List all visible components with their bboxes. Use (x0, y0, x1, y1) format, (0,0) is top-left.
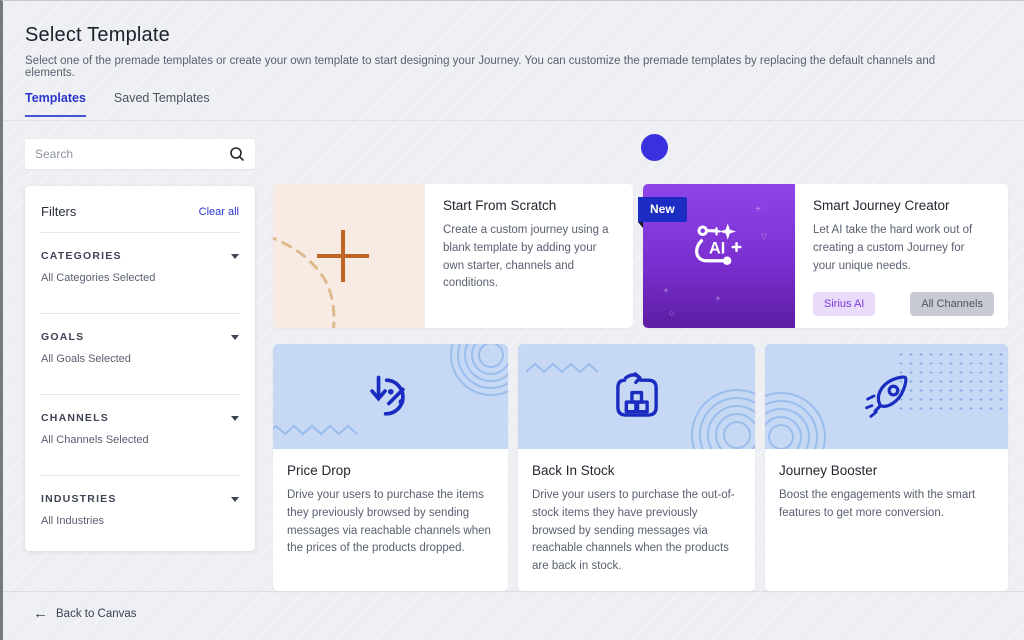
page-title: Select Template (25, 24, 170, 47)
back-arrow-icon: ← (33, 606, 48, 621)
card-title: Journey Booster (779, 463, 994, 478)
back-to-canvas-label: Back to Canvas (56, 608, 137, 620)
filter-group-label: INDUSTRIES (41, 493, 117, 505)
filter-group-categories-header[interactable]: CATEGORIES (41, 250, 239, 262)
card-description: Drive your users to purchase the items t… (287, 487, 494, 558)
triangle-decoration: ▽ (761, 232, 767, 241)
filter-group-label: GOALS (41, 331, 84, 343)
filter-group-value: All Categories Selected (41, 272, 239, 300)
plus-icon (317, 230, 369, 282)
zigzag-decoration (273, 422, 357, 438)
back-in-stock-icon (610, 370, 664, 424)
cursor-dot (641, 134, 668, 161)
new-badge: New (638, 197, 687, 222)
filter-group-goals-header[interactable]: GOALS (41, 331, 239, 343)
sparkle-decoration: + (755, 204, 761, 215)
start-from-scratch-illustration (273, 184, 425, 328)
filter-group-value: All Channels Selected (41, 434, 239, 462)
concentric-circles-decoration (765, 387, 831, 449)
search-input[interactable] (35, 147, 229, 161)
tag-all-channels: All Channels (910, 292, 994, 316)
filter-group-industries-header[interactable]: INDUSTRIES (41, 493, 239, 505)
sparkle-decoration: + (663, 286, 669, 297)
filter-group-goals: GOALS All Goals Selected (41, 314, 239, 395)
tabs-divider (3, 120, 1024, 121)
zigzag-decoration (526, 360, 598, 376)
filter-group-channels: CHANNELS All Channels Selected (41, 395, 239, 476)
filter-group-channels-header[interactable]: CHANNELS (41, 412, 239, 424)
filter-group-label: CHANNELS (41, 412, 109, 424)
page-description: Select one of the premade templates or c… (25, 55, 985, 79)
footer-divider (3, 591, 1024, 592)
card-description: Create a custom journey using a blank te… (443, 222, 615, 293)
back-to-canvas-link[interactable]: ← Back to Canvas (33, 606, 137, 621)
search-icon[interactable] (229, 146, 245, 162)
tab-saved-templates[interactable]: Saved Templates (114, 91, 210, 117)
template-card-price-drop[interactable]: Price Drop Drive your users to purchase … (273, 344, 508, 591)
filter-panel: Filters Clear all CATEGORIES All Categor… (25, 186, 255, 551)
rocket-icon (859, 369, 915, 425)
price-drop-illustration (273, 344, 508, 449)
filter-group-label: CATEGORIES (41, 250, 122, 262)
card-description: Boost the engagements with the smart fea… (779, 487, 994, 523)
card-title: Back In Stock (532, 463, 741, 478)
price-drop-icon (365, 371, 417, 423)
tag-sirius-ai: Sirius AI (813, 292, 875, 316)
filters-title: Filters (41, 204, 76, 219)
template-card-journey-booster[interactable]: Journey Booster Boost the engagements wi… (765, 344, 1008, 591)
sparkle-decoration: + (715, 294, 721, 305)
template-card-smart-journey-creator[interactable]: New AI + ▽ + + ○ Smart Journey Creator L… (643, 184, 1008, 328)
card-description: Drive your users to purchase the out-of-… (532, 487, 741, 576)
chevron-down-icon (231, 254, 239, 259)
filter-group-value: All Goals Selected (41, 353, 239, 381)
search-box[interactable] (25, 139, 255, 169)
template-card-start-from-scratch[interactable]: Start From Scratch Create a custom journ… (273, 184, 633, 328)
concentric-circles-decoration (446, 344, 508, 400)
filter-group-value: All Industries (41, 515, 239, 543)
chevron-down-icon (231, 497, 239, 502)
filter-group-categories: CATEGORIES All Categories Selected (41, 233, 239, 314)
tab-bar: Templates Saved Templates (25, 91, 210, 117)
card-description: Let AI take the hard work out of creatin… (813, 222, 990, 275)
circle-decoration: ○ (669, 308, 674, 318)
card-title: Price Drop (287, 463, 494, 478)
tab-templates[interactable]: Templates (25, 91, 86, 117)
card-title: Start From Scratch (443, 198, 615, 213)
chevron-down-icon (231, 416, 239, 421)
template-card-back-in-stock[interactable]: Back In Stock Drive your users to purcha… (518, 344, 755, 591)
filter-group-industries: INDUSTRIES All Industries (41, 476, 239, 543)
chevron-down-icon (231, 335, 239, 340)
svg-text:AI: AI (709, 239, 725, 257)
back-in-stock-illustration (518, 344, 755, 449)
journey-booster-illustration (765, 344, 1008, 449)
card-title: Smart Journey Creator (813, 198, 990, 213)
concentric-circles-decoration (689, 387, 755, 449)
clear-all-link[interactable]: Clear all (199, 206, 239, 218)
ai-sparkle-icon: AI (689, 218, 749, 276)
